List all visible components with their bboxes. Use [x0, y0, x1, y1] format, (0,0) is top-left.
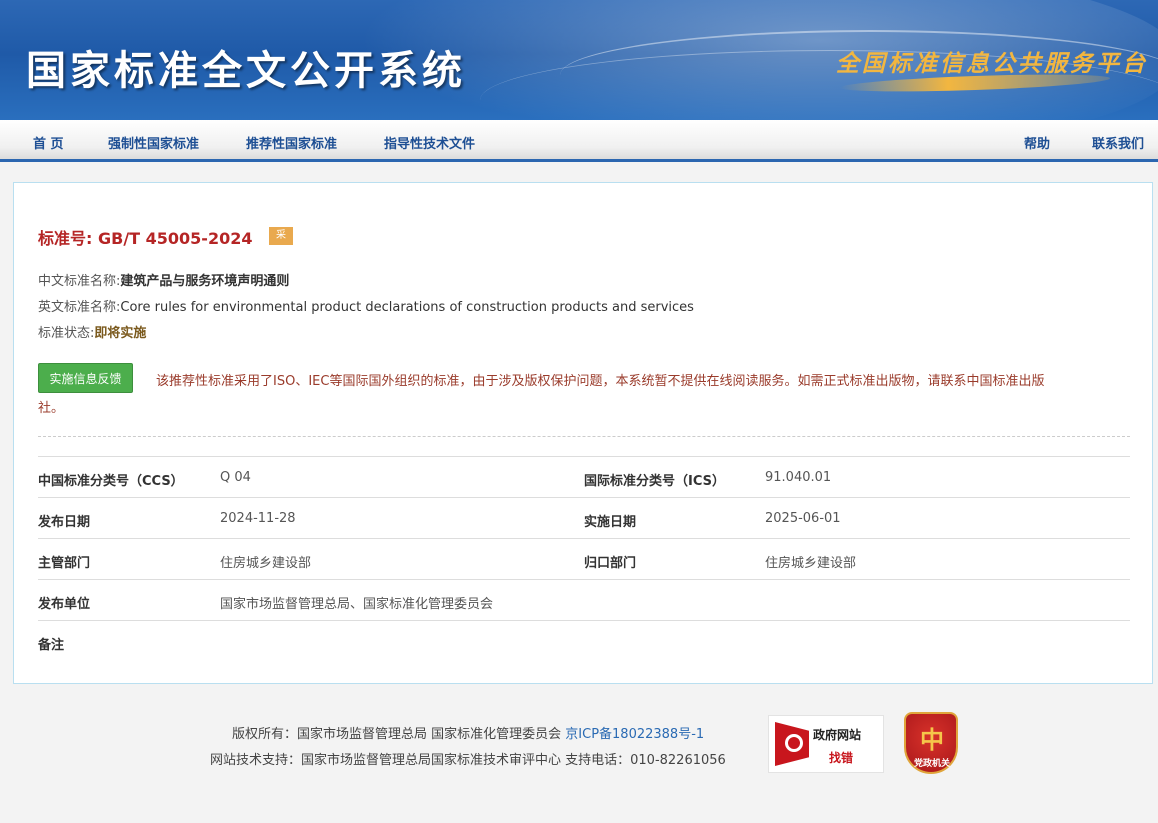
remarks-label: 备注	[38, 638, 65, 653]
en-name-value: Core rules for environmental product dec…	[120, 300, 694, 315]
main-nav: 首 页 强制性国家标准 推荐性国家标准 指导性技术文件 帮助 联系我们	[0, 120, 1158, 162]
en-name-line: 英文标准名称:Core rules for environmental prod…	[38, 296, 694, 315]
footer-support: 网站技术支持：国家市场监督管理总局国家标准技术审评中心 支持电话：010-822…	[210, 753, 726, 768]
copyright-text: 版权所有：国家市场监督管理总局 国家标准化管理委员会	[232, 727, 562, 742]
party-government-badge[interactable]: 中 党政机关	[904, 712, 958, 774]
table-row: 中国标准分类号（CCS） Q 04 国际标准分类号（ICS） 91.040.01	[38, 457, 1130, 498]
impl-date-label: 实施日期	[584, 515, 637, 530]
central-dept-value: 住房城乡建设部	[765, 556, 857, 571]
copyright-notice: 该推荐性标准采用了ISO、IEC等国际国外组织的标准，由于涉及版权保护问题，本系…	[38, 374, 1045, 416]
gov-badge-subtitle: 找错	[829, 751, 854, 765]
nav-recommended-standards[interactable]: 推荐性国家标准	[246, 133, 337, 152]
nav-home[interactable]: 首 页	[33, 133, 64, 152]
gov-badge-title: 政府网站	[813, 728, 862, 742]
nav-guidance-documents[interactable]: 指导性技术文件	[384, 133, 475, 152]
en-name-label: 英文标准名称:	[38, 300, 121, 315]
party-badge-label: 党政机关	[913, 759, 950, 769]
cn-name-label: 中文标准名称:	[38, 274, 121, 289]
ics-label: 国际标准分类号（ICS）	[584, 474, 725, 489]
standard-detail-card: 标准号: GB/T 45005-2024 采 中文标准名称:建筑产品与服务环境声…	[13, 182, 1153, 684]
status-label: 标准状态:	[38, 326, 95, 341]
dept-label: 主管部门	[38, 556, 91, 571]
implementation-feedback-button[interactable]: 实施信息反馈	[38, 363, 133, 393]
status-line: 标准状态:即将实施	[38, 322, 146, 341]
footer-copyright: 版权所有：国家市场监督管理总局 国家标准化管理委员会 京ICP备18022388…	[232, 723, 704, 742]
publish-date-label: 发布日期	[38, 515, 91, 530]
standard-number-value: GB/T 45005-2024	[97, 229, 253, 248]
impl-date-value: 2025-06-01	[765, 511, 841, 526]
adopted-badge: 采	[269, 227, 293, 245]
nav-contact[interactable]: 联系我们	[1092, 133, 1144, 152]
nav-mandatory-standards[interactable]: 强制性国家标准	[108, 133, 199, 152]
table-row: 主管部门 住房城乡建设部 归口部门 住房城乡建设部	[38, 539, 1130, 580]
nav-help[interactable]: 帮助	[1024, 133, 1050, 152]
divider	[38, 436, 1130, 437]
platform-title[interactable]: 全国标准信息公共服务平台	[836, 44, 1148, 78]
cn-name-line: 中文标准名称:建筑产品与服务环境声明通则	[38, 270, 289, 289]
ccs-value: Q 04	[220, 470, 251, 485]
publish-date-value: 2024-11-28	[220, 511, 296, 526]
icp-link[interactable]: 京ICP备18022388号-1	[565, 727, 704, 742]
dept-value: 住房城乡建设部	[220, 556, 312, 571]
header-banner: 国家标准全文公开系统 全国标准信息公共服务平台	[0, 0, 1158, 120]
publisher-value: 国家市场监督管理总局、国家标准化管理委员会	[220, 597, 494, 612]
emblem-icon: 中	[920, 726, 944, 754]
ics-value: 91.040.01	[765, 470, 832, 485]
table-row: 发布单位 国家市场监督管理总局、国家标准化管理委员会	[38, 580, 1130, 621]
gov-site-error-badge[interactable]: 政府网站 找错	[768, 715, 884, 773]
standard-number: 标准号: GB/T 45005-2024	[38, 225, 252, 249]
publisher-label: 发布单位	[38, 597, 91, 612]
table-row: 备注	[38, 621, 1130, 662]
status-value: 即将实施	[94, 326, 147, 341]
cn-name-value: 建筑产品与服务环境声明通则	[120, 274, 290, 289]
standard-number-label: 标准号:	[38, 229, 93, 248]
standard-detail-table: 中国标准分类号（CCS） Q 04 国际标准分类号（ICS） 91.040.01…	[38, 456, 1130, 662]
central-dept-label: 归口部门	[584, 556, 637, 571]
site-title: 国家标准全文公开系统	[26, 48, 466, 94]
ccs-label: 中国标准分类号（CCS）	[38, 474, 184, 489]
table-row: 发布日期 2024-11-28 实施日期 2025-06-01	[38, 498, 1130, 539]
magnifier-icon	[785, 734, 803, 752]
